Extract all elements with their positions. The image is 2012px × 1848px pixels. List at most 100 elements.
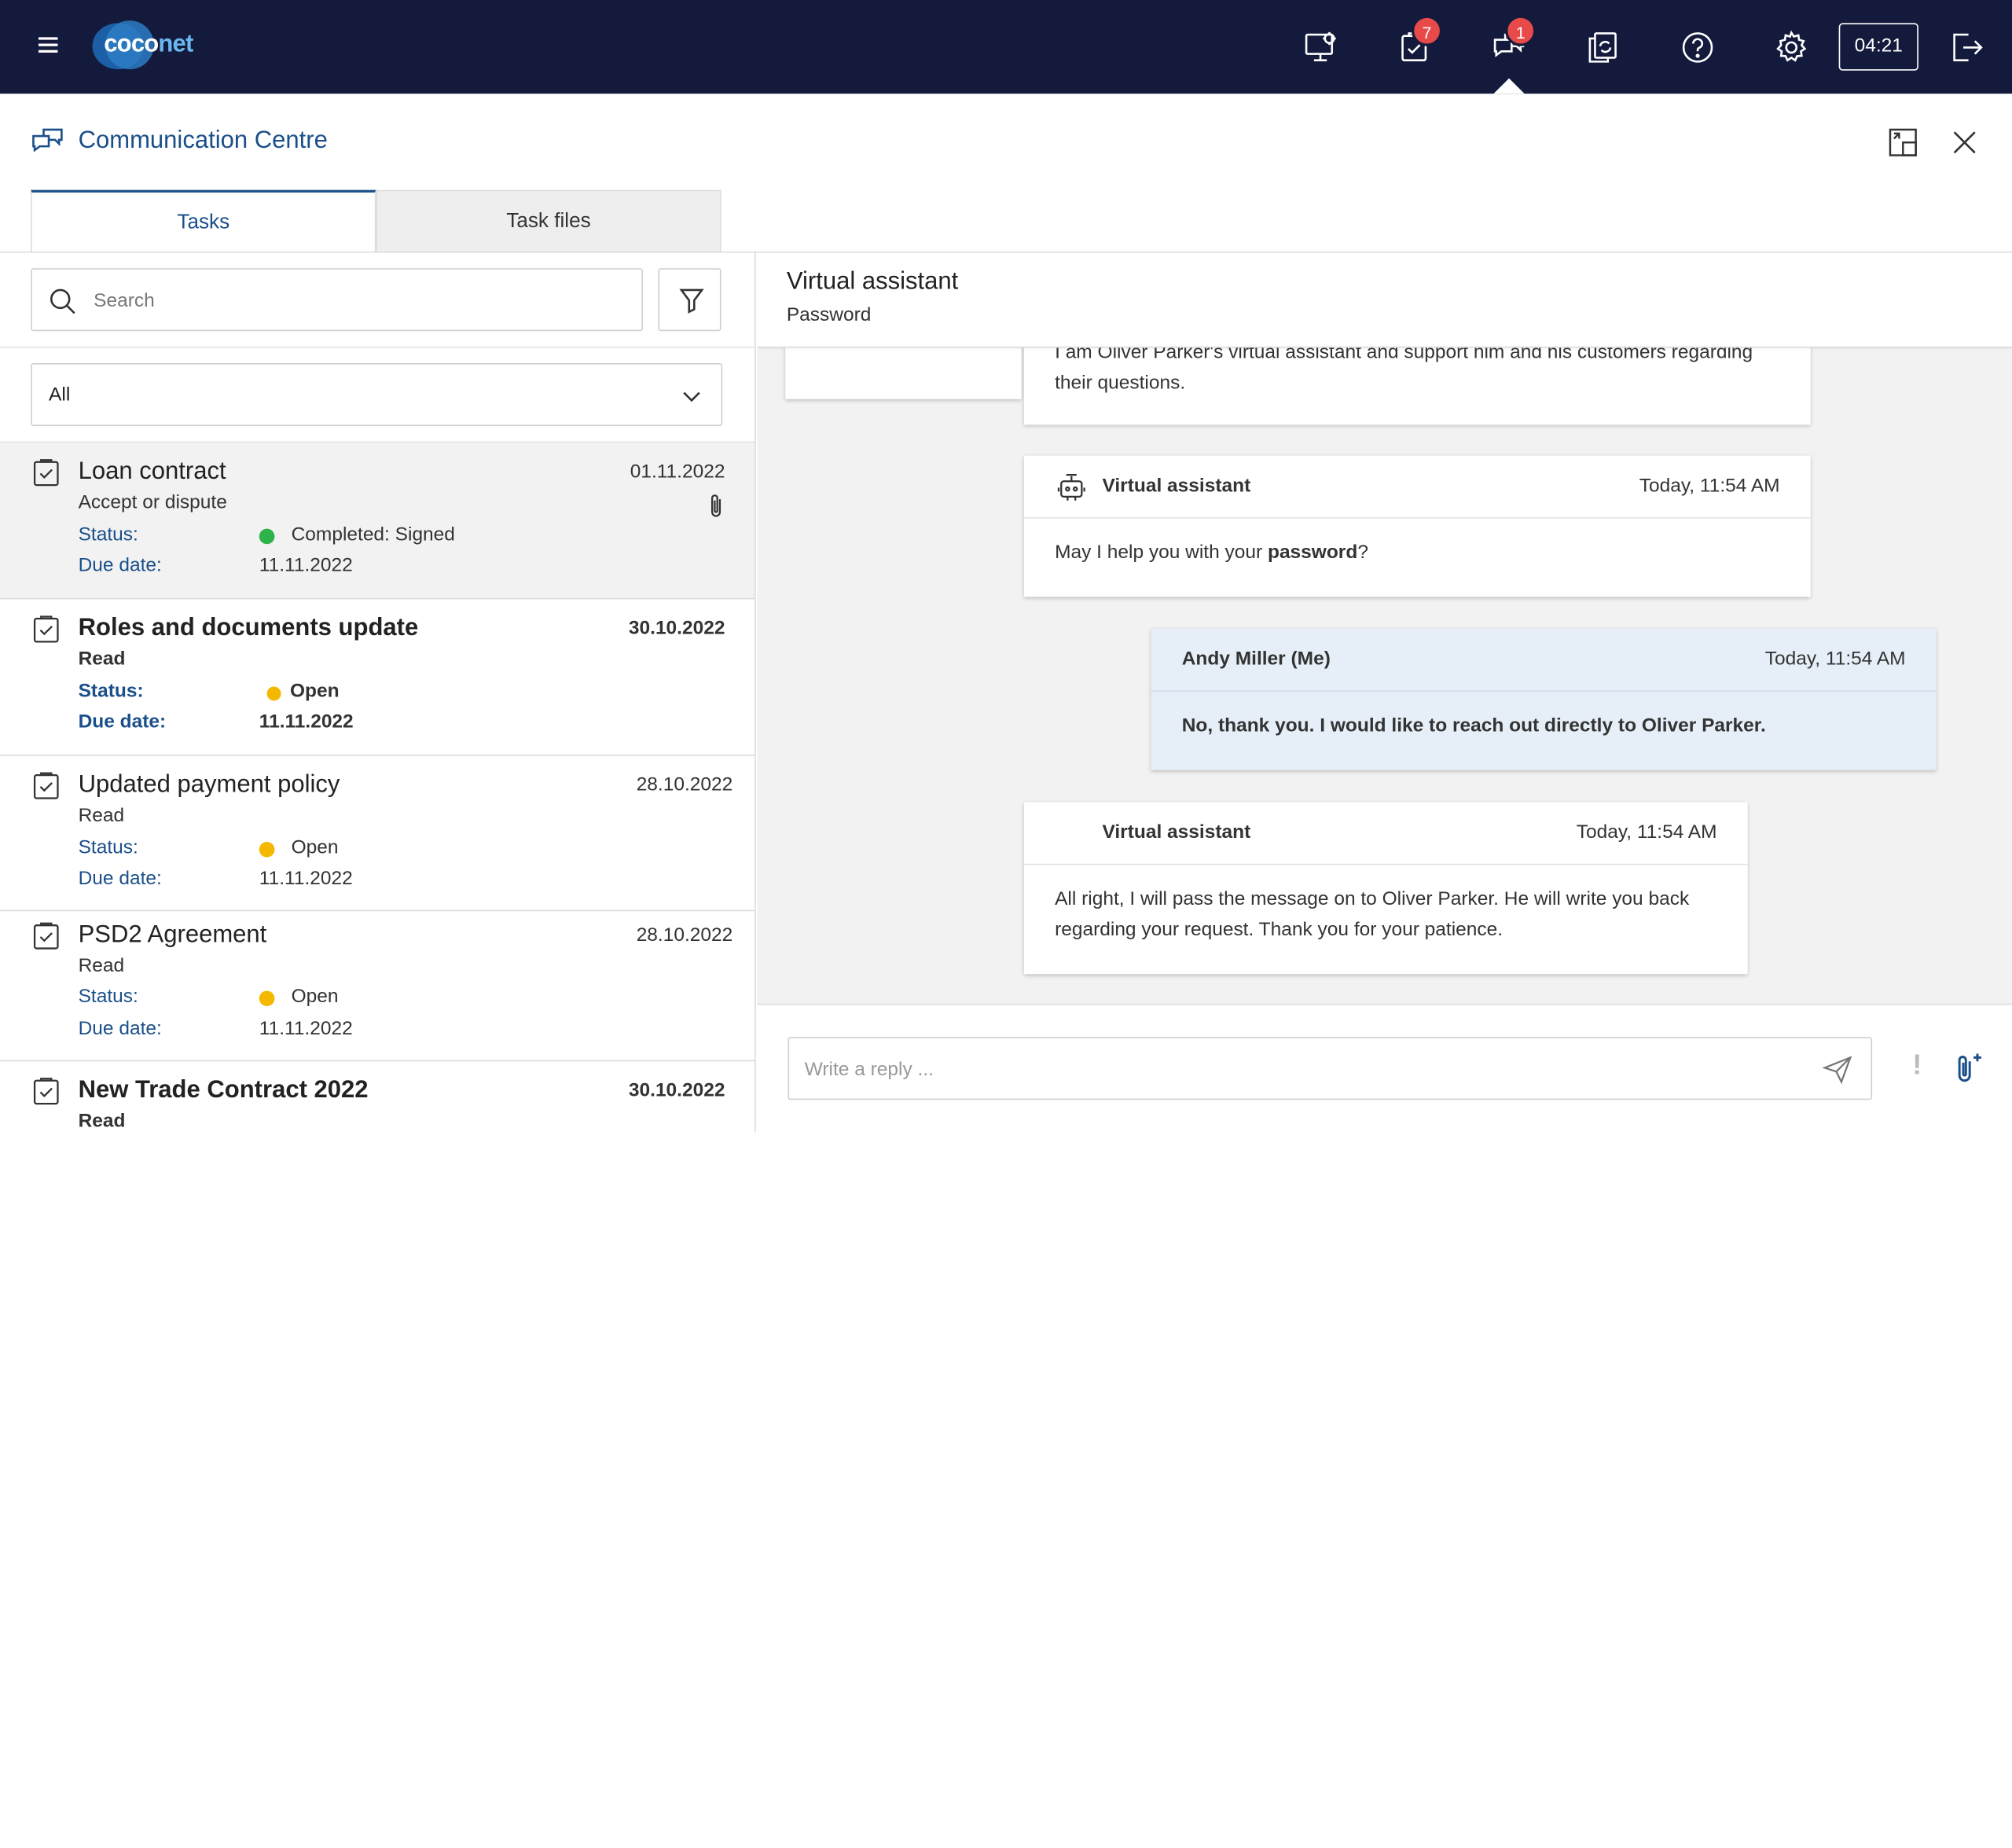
due-date-value: 11.11.2022 (259, 1017, 353, 1040)
task-item[interactable]: PSD2 Agreement 28.10.2022 Read Status: O… (0, 911, 755, 1062)
status-label: Status: (78, 985, 138, 1008)
task-clipboard-icon (32, 771, 61, 799)
message-body: No, thank you. I would like to reach out… (1181, 715, 1766, 737)
status-dot (266, 686, 281, 701)
task-subtitle: Read (78, 1110, 126, 1133)
task-date: 28.10.2022 (636, 924, 733, 946)
urgent-icon[interactable]: ! (1907, 1049, 1927, 1085)
task-title: New Trade Contract 2022 (78, 1076, 369, 1104)
task-title: Loan contract (78, 457, 226, 486)
sync-documents-icon[interactable] (1584, 28, 1622, 67)
active-panel-pointer (1493, 78, 1525, 94)
status-value: Open (291, 836, 339, 859)
due-date-label: Due date: (78, 711, 167, 733)
top-bar: coconet 7 1 04:21 (0, 0, 2012, 94)
page-title: Communication Centre (78, 127, 328, 154)
status-value: Open (291, 985, 339, 1008)
task-date: 01.11.2022 (630, 461, 725, 483)
tasks-badge: 7 (1411, 15, 1443, 46)
tab-task-files[interactable]: Task files (376, 189, 721, 253)
reply-box (788, 1037, 1873, 1100)
minimize-window-icon[interactable] (1886, 126, 1919, 159)
tasks-icon[interactable]: 7 (1396, 15, 1443, 67)
conversation-subtitle: Password (786, 303, 872, 326)
search-input[interactable] (94, 282, 620, 318)
task-item[interactable]: Loan contract 01.11.2022 Accept or dispu… (0, 443, 755, 600)
message-time: Today, 11:54 AM (1576, 821, 1717, 843)
message-text: ? (1357, 541, 1368, 564)
due-date-value: 11.11.2022 (259, 867, 353, 890)
session-timer[interactable]: 04:21 (1838, 23, 1918, 71)
message-card: Virtual assistant Today, 11:54 AM All ri… (1023, 802, 1748, 975)
reply-input[interactable] (804, 1051, 1806, 1087)
chat-badge: 1 (1505, 15, 1537, 46)
logo-text-suffix: net (158, 31, 193, 58)
message-card: Virtual assistant Today, 11:54 AM May I … (1023, 455, 1811, 597)
robot-icon (1055, 470, 1088, 503)
task-clipboard-icon (32, 615, 61, 643)
message-text-bold: password (1267, 541, 1358, 564)
task-title: PSD2 Agreement (78, 921, 267, 949)
task-clipboard-icon (32, 1077, 61, 1105)
due-date-label: Due date: (78, 554, 162, 577)
task-subtitle: Accept or dispute (78, 491, 227, 514)
task-date: 30.10.2022 (628, 617, 725, 640)
search-box (31, 268, 643, 332)
task-clipboard-icon (32, 921, 61, 950)
filter-button[interactable] (658, 268, 721, 332)
conversation-panel: Virtual assistant Password I am Oliver P… (757, 252, 2012, 1133)
logo-text: coconet (104, 31, 193, 59)
due-date-label: Due date: (78, 867, 162, 890)
task-subtitle: Read (78, 954, 125, 977)
status-label: Status: (78, 680, 144, 703)
due-date-value: 11.11.2022 (259, 711, 354, 733)
message-body: All right, I will pass the message on to… (1055, 887, 1690, 941)
message-header: Virtual assistant Today, 11:54 AM (1023, 456, 1811, 519)
message-body: May I help you with your password? (1055, 538, 1779, 568)
chat-icon[interactable]: 1 (1490, 15, 1537, 67)
menu-icon[interactable] (33, 33, 61, 61)
own-message-card: Andy Miller (Me) Today, 11:54 AM No, tha… (1151, 629, 1937, 770)
message-time: Today, 11:54 AM (1639, 475, 1780, 497)
tab-tasks[interactable]: Tasks (31, 189, 376, 253)
gear-icon[interactable] (1772, 28, 1811, 67)
close-icon[interactable] (1948, 126, 1981, 159)
conversation-title: Virtual assistant (786, 268, 959, 296)
task-item[interactable]: Roles and documents update 30.10.2022 Re… (0, 599, 755, 756)
status-value: Open (289, 680, 340, 703)
task-filter-value: All (49, 384, 71, 406)
task-item[interactable]: New Trade Contract 2022 30.10.2022 Read (0, 1061, 754, 1133)
due-date-value: 11.11.2022 (259, 554, 353, 577)
divider (0, 346, 755, 348)
task-title: Updated payment policy (78, 771, 340, 799)
task-item[interactable]: Updated payment policy 28.10.2022 Read S… (0, 756, 755, 912)
reply-bar: ! (757, 1003, 2012, 1133)
tab-bar: Tasks Task files (31, 189, 721, 253)
filter-icon (679, 288, 704, 314)
task-filter-select[interactable]: All (31, 363, 723, 427)
attach-file-icon[interactable] (1953, 1051, 1984, 1087)
task-date: 30.10.2022 (628, 1079, 725, 1101)
task-clipboard-icon (32, 458, 61, 487)
send-icon[interactable] (1822, 1053, 1852, 1085)
conversation-header: Virtual assistant Password (757, 252, 2012, 348)
message-text: May I help you with your (1055, 541, 1268, 564)
task-list: Loan contract 01.11.2022 Accept or dispu… (0, 443, 755, 1133)
message-author: Virtual assistant (1102, 475, 1251, 497)
task-subtitle: Read (78, 648, 126, 670)
message-author: Andy Miller (Me) (1181, 648, 1331, 670)
search-icon (47, 286, 78, 317)
status-dot (259, 528, 275, 545)
task-date: 28.10.2022 (636, 773, 733, 796)
message-author: Virtual assistant (1102, 821, 1251, 843)
help-icon[interactable] (1679, 28, 1717, 67)
chevron-down-icon (683, 391, 700, 402)
status-label: Status: (78, 524, 138, 546)
task-list-panel: All Loan contract 01.11.2022 Accept or d… (0, 252, 756, 1133)
status-dot (259, 990, 275, 1007)
attachment-icon (706, 491, 726, 520)
logout-icon[interactable] (1948, 28, 1986, 67)
logo[interactable]: coconet (92, 20, 208, 72)
monitor-settings-icon[interactable] (1302, 28, 1341, 67)
chat-bubbles-icon (31, 124, 64, 157)
